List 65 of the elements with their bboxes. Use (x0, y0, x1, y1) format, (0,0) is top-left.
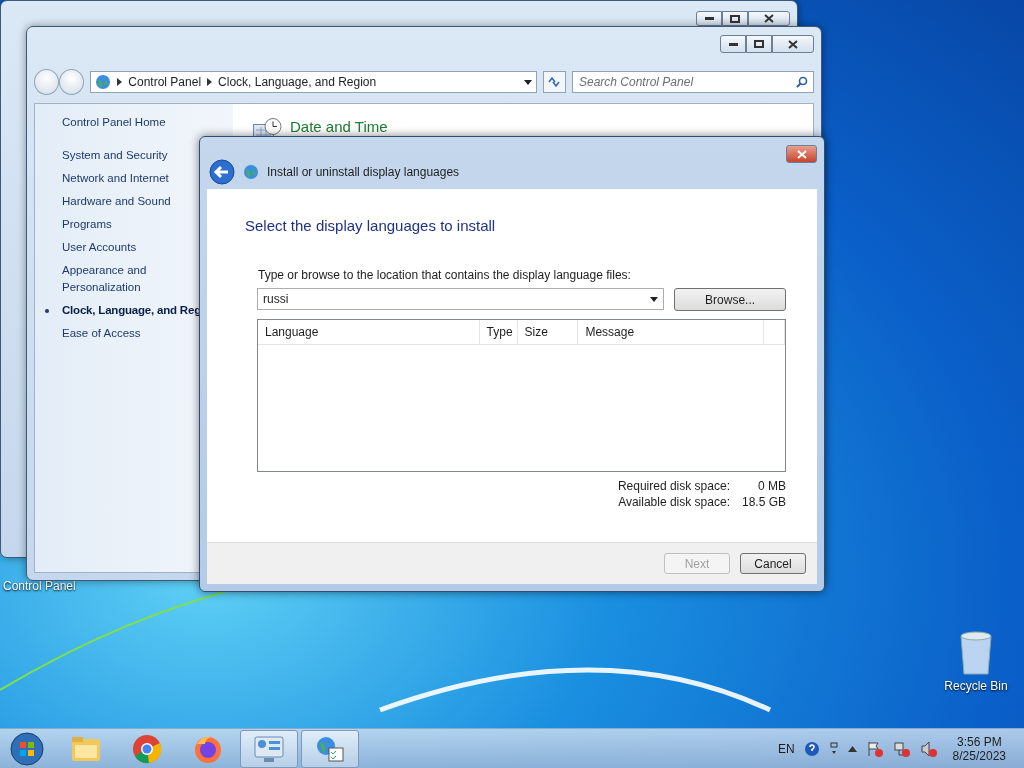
dropdown-caret-icon (523, 79, 532, 85)
windows-orb-icon (10, 732, 44, 766)
close-button[interactable] (748, 11, 790, 26)
minimize-icon (728, 42, 738, 46)
folder-icon (71, 736, 101, 762)
maximize-button[interactable] (746, 35, 772, 53)
minimize-button[interactable] (696, 11, 722, 26)
dialog-heading: Select the display languages to install (245, 217, 497, 234)
clock[interactable]: 3:56 PM 8/25/2023 (952, 735, 1006, 763)
search-icon (796, 76, 808, 88)
close-icon (764, 14, 774, 23)
close-icon (788, 39, 798, 49)
dialog-button[interactable]: Cancel (740, 553, 806, 574)
speaker-icon (919, 741, 938, 757)
dialog-title: Install or uninstall display languages (267, 165, 460, 179)
breadcrumb-arrow-icon (207, 78, 213, 86)
location-combobox[interactable]: russi (257, 288, 665, 310)
column-header[interactable]: Size (517, 320, 579, 344)
sidebar-link[interactable]: Ease of Access (62, 325, 182, 342)
refresh-icon (547, 76, 562, 88)
maximize-button[interactable] (722, 11, 748, 26)
refresh-button[interactable] (542, 71, 566, 93)
sidebar-link[interactable]: Appearance and Personalization (62, 262, 182, 296)
firefox-icon (193, 734, 223, 764)
flag-icon (865, 741, 884, 757)
show-hidden-icons-arrow-icon (847, 746, 857, 752)
help-icon (803, 741, 820, 757)
sidebar-link[interactable]: System and Security (62, 147, 182, 164)
dropdown-caret-icon (650, 296, 659, 302)
sidebar-link[interactable]: Programs (62, 216, 182, 233)
close-button[interactable] (772, 35, 814, 53)
breadcrumb-arrow-icon (117, 78, 123, 86)
sidebar-link[interactable]: Network and Internet (62, 170, 182, 187)
maximize-icon (754, 40, 764, 48)
breadcrumb[interactable]: Clock, Language, and Region (218, 75, 377, 89)
disk-space-label: Required disk space: (617, 479, 730, 493)
address-bar[interactable]: Control Panel Clock, Language, and Region (90, 71, 537, 93)
minimize-icon (704, 17, 714, 20)
control-panel-icon (254, 735, 284, 763)
location-label: Type or browse to the location that contains the display language files: (258, 268, 632, 282)
recycle-bin-label: Recycle Bin (944, 679, 1008, 693)
search-field[interactable]: Search Control Panel (572, 71, 814, 93)
recycle-bin-icon (958, 630, 994, 676)
taskbar-button[interactable] (240, 730, 298, 768)
network-icon (892, 741, 911, 757)
sidebar-link[interactable]: User Accounts (62, 239, 182, 256)
browse-button[interactable]: Browse... (674, 288, 786, 311)
close-icon (796, 149, 807, 159)
chrome-icon (132, 734, 162, 764)
recycle-bin-shortcut[interactable]: Recycle Bin (940, 630, 1012, 693)
taskbar-button[interactable] (301, 730, 359, 768)
column-header[interactable]: Language (258, 320, 480, 344)
disk-space-label: Available disk space: (618, 495, 730, 509)
column-header[interactable]: Message (578, 320, 765, 344)
globe-icon (95, 74, 112, 90)
disk-space-value: 0 MB (758, 479, 786, 493)
breadcrumb[interactable]: Control Panel (128, 75, 202, 89)
sidebar-link[interactable]: Hardware and Sound (62, 193, 182, 210)
maximize-icon (730, 14, 740, 23)
category-title[interactable]: Date and Time (290, 118, 388, 135)
minimize-button[interactable] (720, 35, 746, 53)
control-panel-home-link[interactable]: Control Panel Home (62, 114, 233, 131)
input-language-indicator[interactable]: EN (777, 742, 795, 756)
column-header[interactable]: Type (479, 320, 518, 344)
disk-space-value: 18.5 GB (741, 495, 786, 509)
